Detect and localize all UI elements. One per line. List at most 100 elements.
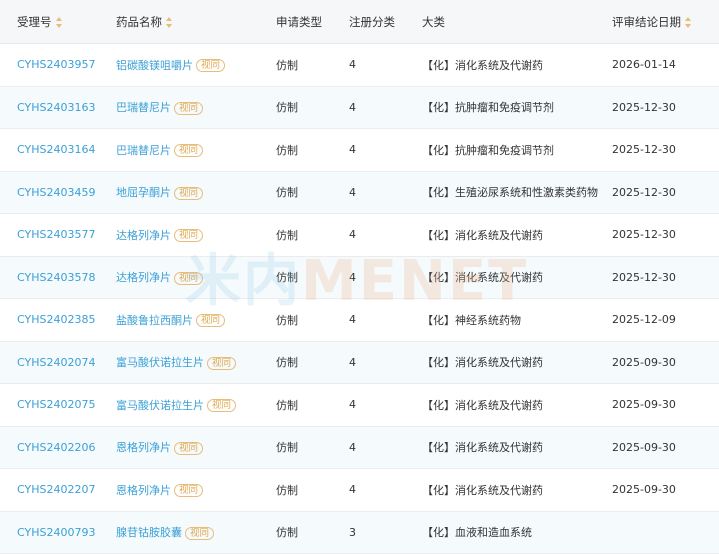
review-date-cell: 2025-12-09 xyxy=(612,298,719,342)
drug-name-link[interactable]: 铝碳酸镁咀嚼片 xyxy=(116,59,193,72)
apply-type-cell: 仿制 xyxy=(276,468,349,512)
reg-class-cell: 4 xyxy=(349,341,422,384)
drug-name-link[interactable]: 富马酸伏诺拉生片 xyxy=(116,399,204,412)
accept-no-link[interactable]: CYHS2402074 xyxy=(17,356,95,369)
equivalence-tag: 视同 xyxy=(174,484,204,498)
equivalence-tag: 视同 xyxy=(174,229,204,243)
accept-no-link[interactable]: CYHS2403577 xyxy=(17,228,95,241)
equivalence-tag: 视同 xyxy=(174,186,204,200)
table-row: CYHS2400793 腺苷钴胺胶囊 视同 仿制 3 【化】血液和造血系统 xyxy=(0,511,719,554)
apply-type-cell: 仿制 xyxy=(276,43,349,87)
review-date-cell: 2025-09-30 xyxy=(612,468,719,512)
accept-no-link[interactable]: CYHS2400793 xyxy=(17,526,95,539)
category-cell: 【化】抗肿瘤和免疫调节剂 xyxy=(422,86,612,129)
header-review-date[interactable]: 评审结论日期 xyxy=(612,0,719,44)
table-row: CYHS2402385 盐酸鲁拉西酮片 视同 仿制 4 【化】神经系统药物 2025-12-… xyxy=(0,298,719,342)
drug-name-link[interactable]: 巴瑞替尼片 xyxy=(116,101,171,114)
review-date-cell: 2026-01-14 xyxy=(612,43,719,87)
apply-type-cell: 仿制 xyxy=(276,213,349,257)
accept-no-link[interactable]: CYHS2403163 xyxy=(17,101,95,114)
drug-name-link[interactable]: 地屈孕酮片 xyxy=(116,186,171,199)
equivalence-tag: 视同 xyxy=(196,59,226,73)
header-reg-class: 注册分类 xyxy=(349,0,422,44)
sort-icon[interactable] xyxy=(685,16,692,28)
drug-name-link[interactable]: 达格列净片 xyxy=(116,271,171,284)
header-accept-no[interactable]: 受理号 xyxy=(0,0,116,44)
review-date-cell: 2025-12-30 xyxy=(612,256,719,299)
category-cell: 【化】抗肿瘤和免疫调节剂 xyxy=(422,128,612,172)
apply-type-cell: 仿制 xyxy=(276,298,349,342)
header-apply-type: 申请类型 xyxy=(276,0,349,44)
table-row: CYHS2402207 恩格列净片 视同 仿制 4 【化】消化系统及代谢药 2025-09-… xyxy=(0,468,719,512)
header-drug-name[interactable]: 药品名称 xyxy=(116,0,276,44)
table-row: CYHS2403163 巴瑞替尼片 视同 仿制 4 【化】抗肿瘤和免疫调节剂 2025-12… xyxy=(0,86,719,129)
reg-class-cell: 4 xyxy=(349,128,422,172)
category-cell: 【化】血液和造血系统 xyxy=(422,511,612,554)
accept-no-link[interactable]: CYHS2402207 xyxy=(17,483,95,496)
reg-class-cell: 4 xyxy=(349,86,422,129)
review-date-cell: 2025-12-30 xyxy=(612,171,719,214)
sort-icon[interactable] xyxy=(55,16,63,28)
table-row: CYHS2403957 铝碳酸镁咀嚼片 视同 仿制 4 【化】消化系统及代谢药 2026-0… xyxy=(0,43,719,87)
apply-type-cell: 仿制 xyxy=(276,128,349,172)
reg-class-cell: 3 xyxy=(349,511,422,554)
review-date-cell: 2025-09-30 xyxy=(612,383,719,427)
drug-name-link[interactable]: 盐酸鲁拉西酮片 xyxy=(116,314,193,327)
table-row: CYHS2402075 富马酸伏诺拉生片 视同 仿制 4 【化】消化系统及代谢药 2025-… xyxy=(0,383,719,427)
category-cell: 【化】消化系统及代谢药 xyxy=(422,426,612,469)
review-date-cell: 2025-12-30 xyxy=(612,128,719,172)
reg-class-cell: 4 xyxy=(349,468,422,512)
accept-no-link[interactable]: CYHS2402075 xyxy=(17,398,95,411)
equivalence-tag: 视同 xyxy=(174,144,204,158)
category-cell: 【化】消化系统及代谢药 xyxy=(422,213,612,257)
drug-name-link[interactable]: 达格列净片 xyxy=(116,229,171,242)
apply-type-cell: 仿制 xyxy=(276,86,349,129)
equivalence-tag: 视同 xyxy=(174,101,204,115)
table-row: CYHS2403164 巴瑞替尼片 视同 仿制 4 【化】抗肿瘤和免疫调节剂 2025-12… xyxy=(0,128,719,172)
apply-type-cell: 仿制 xyxy=(276,383,349,427)
category-cell: 【化】消化系统及代谢药 xyxy=(422,383,612,427)
accept-no-link[interactable]: CYHS2403578 xyxy=(17,271,95,284)
table-row: CYHS2403459 地屈孕酮片 视同 仿制 4 【化】生殖泌尿系统和性激素类药物 202… xyxy=(0,171,719,214)
equivalence-tag: 视同 xyxy=(207,399,237,413)
sort-icon[interactable] xyxy=(166,16,173,28)
table-row: CYHS2402206 恩格列净片 视同 仿制 4 【化】消化系统及代谢药 2025-09-… xyxy=(0,426,719,469)
drug-name-link[interactable]: 恩格列净片 xyxy=(116,441,171,454)
reg-class-cell: 4 xyxy=(349,383,422,427)
accept-no-link[interactable]: CYHS2403957 xyxy=(17,58,95,71)
category-cell: 【化】消化系统及代谢药 xyxy=(422,341,612,384)
reg-class-cell: 4 xyxy=(349,213,422,257)
approval-table: 受理号 药品名称 申请类型 注册分类 大类 评审结论日期 CYHS2403957… xyxy=(0,0,719,554)
reg-class-cell: 4 xyxy=(349,171,422,214)
accept-no-link[interactable]: CYHS2402206 xyxy=(17,441,95,454)
table-header: 受理号 药品名称 申请类型 注册分类 大类 评审结论日期 xyxy=(0,0,719,44)
review-date-cell xyxy=(612,511,719,554)
review-date-cell: 2025-09-30 xyxy=(612,426,719,469)
review-date-cell: 2025-12-30 xyxy=(612,86,719,129)
category-cell: 【化】消化系统及代谢药 xyxy=(422,256,612,299)
apply-type-cell: 仿制 xyxy=(276,511,349,554)
review-date-cell: 2025-12-30 xyxy=(612,213,719,257)
drug-name-link[interactable]: 腺苷钴胺胶囊 xyxy=(116,526,182,539)
equivalence-tag: 视同 xyxy=(185,526,215,540)
category-cell: 【化】生殖泌尿系统和性激素类药物 xyxy=(422,171,612,214)
reg-class-cell: 4 xyxy=(349,298,422,342)
category-cell: 【化】消化系统及代谢药 xyxy=(422,43,612,87)
accept-no-link[interactable]: CYHS2403459 xyxy=(17,186,95,199)
equivalence-tag: 视同 xyxy=(174,441,204,455)
table-row: CYHS2402074 富马酸伏诺拉生片 视同 仿制 4 【化】消化系统及代谢药 2025-… xyxy=(0,341,719,384)
drug-name-link[interactable]: 恩格列净片 xyxy=(116,484,171,497)
apply-type-cell: 仿制 xyxy=(276,426,349,469)
category-cell: 【化】神经系统药物 xyxy=(422,298,612,342)
apply-type-cell: 仿制 xyxy=(276,256,349,299)
drug-name-link[interactable]: 富马酸伏诺拉生片 xyxy=(116,356,204,369)
review-date-cell: 2025-09-30 xyxy=(612,341,719,384)
drug-name-link[interactable]: 巴瑞替尼片 xyxy=(116,144,171,157)
equivalence-tag: 视同 xyxy=(207,356,237,370)
accept-no-link[interactable]: CYHS2402385 xyxy=(17,313,95,326)
category-cell: 【化】消化系统及代谢药 xyxy=(422,468,612,512)
reg-class-cell: 4 xyxy=(349,426,422,469)
equivalence-tag: 视同 xyxy=(196,314,226,328)
header-category: 大类 xyxy=(422,0,612,44)
accept-no-link[interactable]: CYHS2403164 xyxy=(17,143,95,156)
